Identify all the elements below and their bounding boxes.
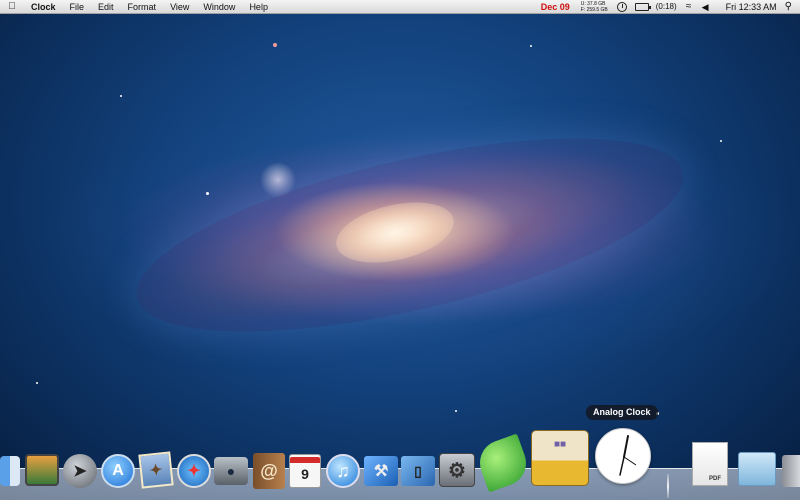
facetime-icon[interactable]: ● xyxy=(214,457,248,485)
battery-time[interactable]: (0:18) xyxy=(653,2,680,11)
dock-tooltip: Analog Clock xyxy=(586,405,658,420)
star xyxy=(530,45,532,47)
pdf-label: PDF xyxy=(709,476,721,482)
menu-bar:  Clock File Edit Format View Window Hel… xyxy=(0,0,800,14)
menu-file[interactable]: File xyxy=(63,0,92,14)
menu-format[interactable]: Format xyxy=(121,0,164,14)
trash-icon[interactable] xyxy=(782,455,800,487)
photo-browser-icon[interactable] xyxy=(25,454,59,486)
mail-icon[interactable]: ✦ xyxy=(138,451,174,489)
apple-menu-icon[interactable]:  xyxy=(0,0,24,14)
time-machine-icon[interactable] xyxy=(616,1,627,12)
star xyxy=(120,95,122,97)
wifi-icon[interactable]: ≈ xyxy=(684,1,694,12)
analog-clock-icon[interactable] xyxy=(595,428,651,484)
safari-icon[interactable]: ✦ xyxy=(177,454,211,488)
volume-icon[interactable]: ◀ xyxy=(702,2,712,12)
desktop-wallpaper xyxy=(0,0,800,500)
menu-app-clock[interactable]: Clock xyxy=(24,0,63,14)
dock-separator xyxy=(667,474,669,498)
pdf-document-icon[interactable]: PDF xyxy=(692,442,728,486)
menu-view[interactable]: View xyxy=(163,0,196,14)
calendar-icon[interactable]: 9 xyxy=(289,454,321,488)
clock-hands xyxy=(619,435,637,476)
menu-help[interactable]: Help xyxy=(242,0,275,14)
battery-icon[interactable] xyxy=(634,2,651,11)
menu-edit[interactable]: Edit xyxy=(91,0,121,14)
address-book-icon[interactable]: @ xyxy=(253,453,285,489)
disk-free: F: 259.5 GB xyxy=(580,6,608,13)
downloads-folder-icon[interactable] xyxy=(738,452,776,486)
star xyxy=(455,410,457,412)
star xyxy=(206,192,209,195)
launchpad-icon[interactable]: ➤ xyxy=(63,454,97,488)
itunes-icon[interactable]: ♫ xyxy=(326,454,360,488)
finder-icon[interactable] xyxy=(0,456,20,486)
xcode-icon[interactable]: ⚒ xyxy=(364,456,398,486)
calendar-month-strip xyxy=(290,457,320,463)
ios-simulator-icon[interactable]: ▯ xyxy=(401,456,435,486)
system-preferences-icon[interactable]: ⚙ xyxy=(439,453,475,487)
spotlight-search-icon[interactable]: ⚲ xyxy=(785,1,792,12)
star xyxy=(273,43,277,47)
disk-stats[interactable]: U: 37.8 GB F: 259.5 GB xyxy=(576,1,613,13)
menu-clock[interactable]: Fri 12:33 AM xyxy=(716,2,785,12)
itunes-note: ♫ xyxy=(336,460,350,481)
star xyxy=(720,140,722,142)
transmit-truck-icon[interactable]: ■■ xyxy=(531,430,589,486)
star xyxy=(36,382,38,384)
app-store-icon[interactable]: A xyxy=(101,454,135,488)
status-date[interactable]: Dec 09 xyxy=(535,2,576,12)
calendar-day: 9 xyxy=(301,465,309,482)
menu-window[interactable]: Window xyxy=(196,0,242,14)
address-book-glyph: @ xyxy=(260,460,278,481)
